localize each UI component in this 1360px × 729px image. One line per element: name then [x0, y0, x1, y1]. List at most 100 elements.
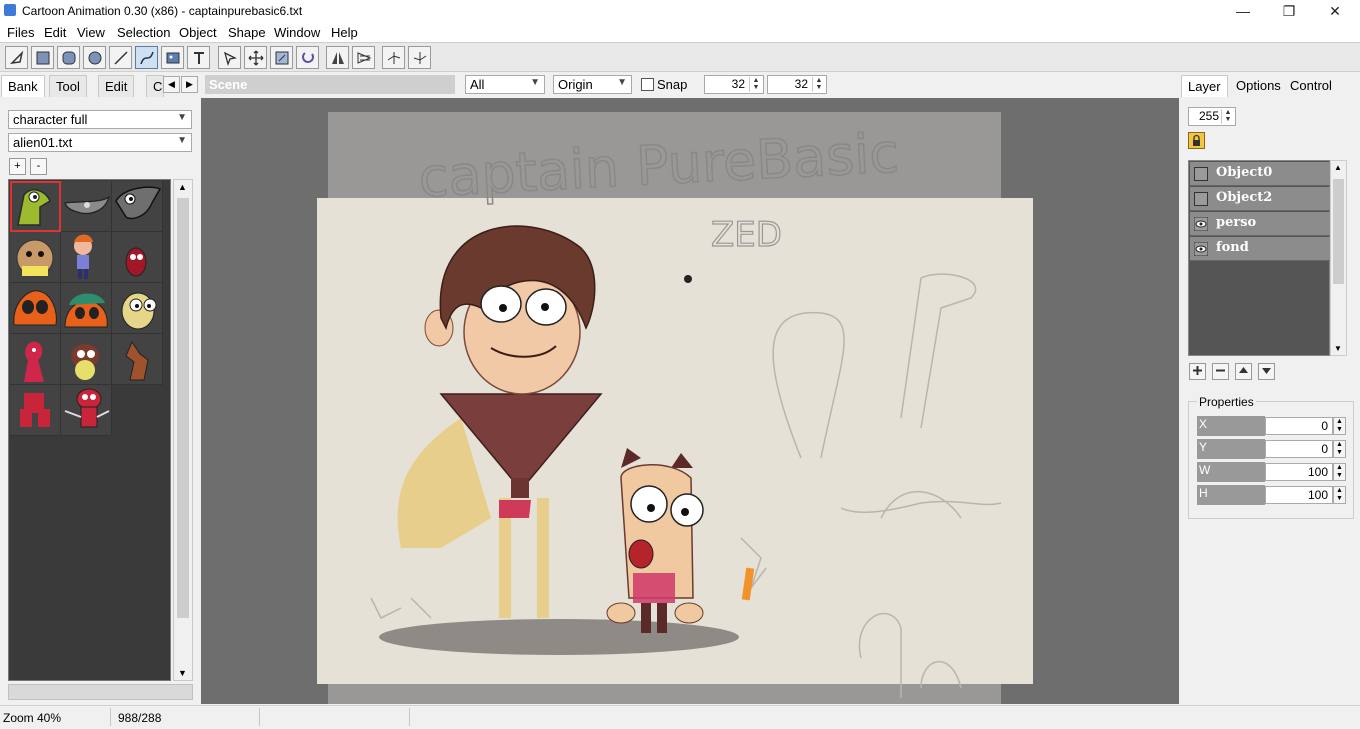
- menu-view[interactable]: View: [77, 25, 105, 40]
- flip-vertical-tool-button[interactable]: [352, 46, 375, 69]
- bank-file-select[interactable]: alien01.txt ▼: [8, 133, 192, 152]
- bank-remove-button[interactable]: -: [30, 158, 47, 175]
- thumb-mushroom[interactable]: [61, 385, 112, 436]
- property-label: Y: [1197, 439, 1265, 459]
- menu-files[interactable]: Files: [7, 25, 34, 40]
- property-w-field[interactable]: 100: [1265, 463, 1333, 481]
- layer-filter-select[interactable]: All ▼: [465, 75, 545, 94]
- tab-cc[interactable]: Cc: [146, 75, 164, 97]
- flip-horizontal-tool-button[interactable]: [326, 46, 349, 69]
- menu-selection[interactable]: Selection: [117, 25, 170, 40]
- image-tool-button[interactable]: [161, 46, 184, 69]
- stepper-arrows-icon[interactable]: ▲ ▼: [812, 77, 825, 92]
- property-h-field[interactable]: 100: [1265, 486, 1333, 504]
- align-left-tool-button[interactable]: [382, 46, 405, 69]
- anchor-select[interactable]: Origin ▼: [553, 75, 632, 94]
- thumb-hamster[interactable]: [10, 232, 61, 283]
- alpha-stepper[interactable]: 255 ▲ ▼: [1188, 107, 1236, 126]
- scale-tool-button[interactable]: [270, 46, 293, 69]
- maximize-button[interactable]: ❐: [1266, 0, 1312, 22]
- layer-row-perso[interactable]: perso: [1190, 212, 1330, 236]
- eye-icon[interactable]: [1194, 242, 1208, 256]
- snap-checkbox[interactable]: [641, 78, 654, 91]
- move-tool-button[interactable]: [244, 46, 267, 69]
- tab-options[interactable]: Options: [1230, 75, 1287, 97]
- menu-window[interactable]: Window: [274, 25, 320, 40]
- menu-object[interactable]: Object: [179, 25, 217, 40]
- rotate-tool-button[interactable]: [296, 46, 319, 69]
- chevron-up-icon[interactable]: ▲: [1334, 163, 1342, 172]
- thumb-bird[interactable]: [61, 334, 112, 385]
- stepper-arrows-icon[interactable]: ▲ ▼: [1333, 486, 1346, 504]
- add-layer-button[interactable]: [1189, 363, 1206, 380]
- layer-up-button[interactable]: [1235, 363, 1252, 380]
- stepper-arrows-icon[interactable]: ▲ ▼: [1333, 417, 1346, 435]
- menu-edit[interactable]: Edit: [44, 25, 66, 40]
- text-tool-button[interactable]: [187, 46, 210, 69]
- eye-icon[interactable]: [1194, 217, 1208, 231]
- stepper-arrows-icon[interactable]: ▲ ▼: [1333, 440, 1346, 458]
- bank-category-select[interactable]: character full ▼: [8, 110, 192, 129]
- property-y-field[interactable]: 0: [1265, 440, 1333, 458]
- align-right-tool-button[interactable]: [408, 46, 431, 69]
- layer-scrollbar[interactable]: ▲ ▼: [1330, 160, 1347, 356]
- stepper-arrows-icon[interactable]: ▲ ▼: [1333, 463, 1346, 481]
- tab-control[interactable]: Control: [1284, 75, 1338, 97]
- stepper-arrows-icon[interactable]: ▲ ▼: [749, 77, 762, 92]
- rectangle-tool-button[interactable]: [31, 46, 54, 69]
- property-x: X 0 ▲ ▼: [1197, 416, 1346, 436]
- close-button[interactable]: ✕: [1312, 0, 1358, 22]
- pivot-point[interactable]: [684, 275, 692, 283]
- menu-help[interactable]: Help: [331, 25, 358, 40]
- layer-row-object2[interactable]: Object2: [1190, 187, 1330, 211]
- ellipse-tool-button[interactable]: [83, 46, 106, 69]
- thumb-yellow-dog[interactable]: [112, 283, 163, 334]
- property-x-field[interactable]: 0: [1265, 417, 1333, 435]
- thumb-kangaroo[interactable]: [112, 334, 163, 385]
- line-tool-button[interactable]: [109, 46, 132, 69]
- scroll-thumb[interactable]: [1333, 179, 1344, 284]
- lock-button[interactable]: [1188, 132, 1205, 149]
- tab-edit[interactable]: Edit: [98, 75, 135, 97]
- chevron-down-icon[interactable]: ▼: [1334, 344, 1342, 353]
- property-label: W: [1197, 462, 1265, 482]
- scroll-thumb[interactable]: [177, 198, 189, 618]
- tab-layer[interactable]: Layer: [1181, 75, 1228, 97]
- bank-scrollbar[interactable]: ▲ ▼: [173, 179, 193, 681]
- tab-scroll-right-button[interactable]: ▶: [181, 76, 198, 93]
- select-tool-button[interactable]: [5, 46, 28, 69]
- bank-add-button[interactable]: +: [9, 158, 26, 175]
- grid-x-stepper[interactable]: 32 ▲ ▼: [704, 75, 764, 94]
- thumb-grey-shape[interactable]: [61, 181, 112, 232]
- tab-scroll-left-button[interactable]: ◀: [163, 76, 180, 93]
- stepper-arrows-icon[interactable]: ▲ ▼: [1221, 109, 1234, 124]
- thumb-girl[interactable]: [61, 232, 112, 283]
- thumb-alien-green[interactable]: [10, 181, 61, 232]
- thumb-red-funny[interactable]: [112, 232, 163, 283]
- layer-row-fond[interactable]: fond: [1190, 237, 1330, 261]
- alpha-value: 255: [1198, 109, 1219, 123]
- layer-down-button[interactable]: [1258, 363, 1275, 380]
- thumb-red-robot[interactable]: [10, 385, 61, 436]
- chevron-down-icon[interactable]: ▼: [178, 668, 187, 678]
- anchor-value: Origin: [558, 77, 593, 92]
- layer-visibility-checkbox[interactable]: [1194, 192, 1208, 206]
- thumb-grey-head[interactable]: [112, 181, 163, 232]
- layer-row-object0[interactable]: Object0: [1190, 162, 1330, 186]
- bank-horizontal-scrollbar[interactable]: [8, 684, 193, 700]
- layer-visibility-checkbox[interactable]: [1194, 167, 1208, 181]
- minimize-button[interactable]: —: [1220, 0, 1266, 22]
- node-edit-tool-button[interactable]: [218, 46, 241, 69]
- thumb-red-alien[interactable]: [10, 334, 61, 385]
- tab-tool[interactable]: Tool: [49, 75, 87, 97]
- thumb-orange-helmet[interactable]: [61, 283, 112, 334]
- menu-shape[interactable]: Shape: [228, 25, 266, 40]
- scene-canvas[interactable]: captain PureBasic ZED: [201, 98, 1179, 704]
- curve-tool-button[interactable]: [135, 46, 158, 69]
- grid-y-stepper[interactable]: 32 ▲ ▼: [767, 75, 827, 94]
- chevron-up-icon[interactable]: ▲: [178, 182, 187, 192]
- tab-bank[interactable]: Bank: [1, 75, 45, 97]
- rounded-rect-tool-button[interactable]: [57, 46, 80, 69]
- thumb-orange-blob[interactable]: [10, 283, 61, 334]
- remove-layer-button[interactable]: [1212, 363, 1229, 380]
